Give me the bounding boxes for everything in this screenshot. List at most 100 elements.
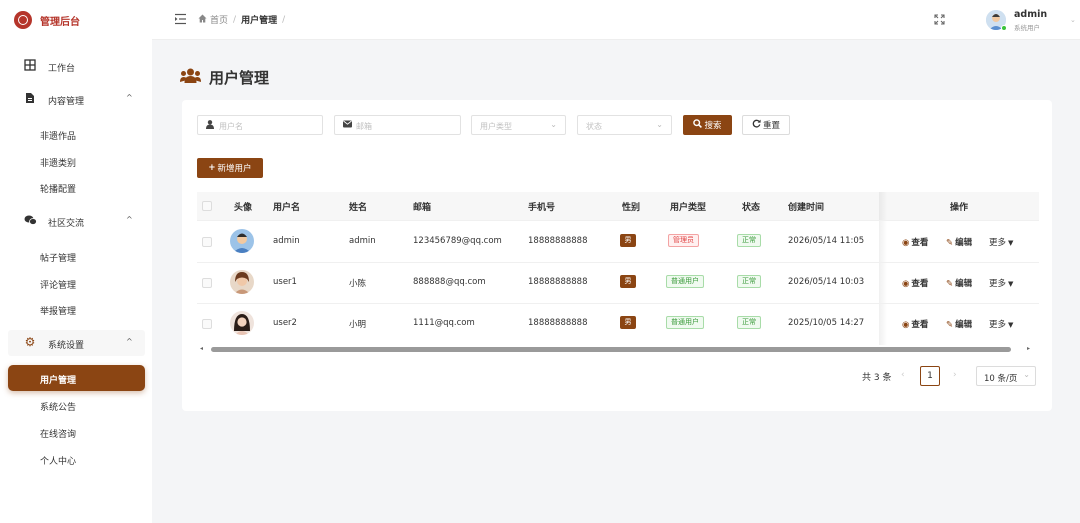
mail-icon [343,120,352,130]
scroll-left-icon[interactable]: ◂ [200,345,203,352]
prev-page-icon[interactable]: ‹ [901,370,905,380]
row-divider [197,220,1039,221]
gender-tag: 男 [620,234,636,247]
status-select[interactable]: 状态 ⌄ [577,115,672,135]
row-checkbox[interactable] [202,237,212,247]
column-header-status: 状态 [742,203,761,213]
edit-button[interactable]: ✎ 编辑 [946,318,972,330]
cell-created: 2026/05/14 11:05 [788,236,865,246]
sidebar-item-label: 非遗作品 [40,132,77,142]
more-dropdown[interactable]: 更多 ▼ [989,236,1013,248]
cell-username: user1 [273,277,297,287]
sidebar-item-profile[interactable]: 个人中心 [8,446,145,472]
cell-email: 123456789@qq.com [413,236,502,246]
column-header-name: 姓名 [349,203,368,213]
column-header-gender: 性别 [622,203,641,213]
breadcrumb-home[interactable]: 首页 [210,13,228,26]
breadcrumb-current: 用户管理 [241,16,278,26]
column-header-user-type: 用户类型 [670,203,707,213]
user-type-select[interactable]: 用户类型 ⌄ [471,115,566,135]
scroll-right-icon[interactable]: ▸ [1027,345,1030,352]
column-header-phone: 手机号 [528,203,556,213]
more-dropdown[interactable]: 更多 ▼ [989,277,1013,289]
view-button[interactable]: ◉ 查看 [902,318,928,330]
sidebar-item-dashboard[interactable]: 工作台 [8,53,145,79]
edit-icon: ✎ [946,320,954,330]
chevron-down-icon: ⌄ [656,120,663,129]
search-button[interactable]: 搜索 [683,115,732,135]
status-tag: 正常 [737,275,761,288]
horizontal-scrollbar[interactable] [206,347,1026,352]
reset-button-label: 重置 [762,121,780,131]
sidebar: 管理后台 工作台 内容管理 ^ 非遗作品 非遗类别 轮播配置 社区交流 ^ 帖子… [0,0,152,523]
sidebar-item-comments[interactable]: 评论管理 [8,270,145,296]
sidebar-item-carousel[interactable]: 轮播配置 [8,174,145,200]
select-all-checkbox[interactable] [202,201,212,211]
column-header-avatar: 头像 [234,203,253,213]
sidebar-item-posts[interactable]: 帖子管理 [8,243,145,269]
cell-username: user2 [273,318,297,328]
sidebar-item-heritage-categories[interactable]: 非遗类别 [8,148,145,174]
caret-down-icon: ▼ [1008,239,1014,247]
chevron-down-icon: ⌄ [1070,16,1076,24]
add-user-button[interactable]: + 新增用户 [197,158,263,178]
sidebar-item-consultation[interactable]: 在线咨询 [8,419,145,445]
sidebar-item-label: 用户管理 [40,376,77,386]
sidebar-group-system[interactable]: ⚙ 系统设置 ^ [8,330,145,356]
cell-name: admin [349,236,376,246]
caret-down-icon: ▼ [1008,321,1014,329]
menu-fold-icon[interactable] [174,13,187,28]
sidebar-item-label: 轮播配置 [40,185,77,195]
edit-button[interactable]: ✎ 编辑 [946,277,972,289]
sidebar-group-community[interactable]: 社区交流 ^ [8,208,145,234]
chevron-up-icon: ^ [126,215,133,224]
email-input[interactable]: 邮箱 [334,115,461,135]
caret-down-icon: ▼ [1008,280,1014,288]
page-title: 用户管理 [209,69,270,87]
cell-name: 小明 [349,320,367,330]
eye-icon: ◉ [902,279,910,289]
status-tag: 正常 [737,316,761,329]
cell-phone: 18888888888 [528,236,588,246]
status-tag: 正常 [737,234,761,247]
more-label: 更多 [989,238,1007,248]
sidebar-item-announcements[interactable]: 系统公告 [8,392,145,418]
username-input[interactable]: 用户名 [197,115,323,135]
sidebar-item-user-management[interactable]: 用户管理 [8,365,145,391]
gender-tag: 男 [620,316,636,329]
more-label: 更多 [989,320,1007,330]
page-1-button[interactable]: 1 [920,366,940,386]
cell-username: admin [273,236,300,246]
breadcrumb: 首页 / 用户管理 / [198,13,290,26]
edit-label: 编辑 [955,320,973,330]
logo-icon [14,11,32,29]
sidebar-group-content[interactable]: 内容管理 ^ [8,86,145,112]
sidebar-item-heritage-works[interactable]: 非遗作品 [8,121,145,147]
fullscreen-icon[interactable] [934,14,945,28]
view-button[interactable]: ◉ 查看 [902,236,928,248]
user-role: 系统用户 [1014,24,1040,32]
sidebar-item-reports[interactable]: 举报管理 [8,296,145,322]
scrollbar-thumb[interactable] [211,347,1011,352]
edit-button[interactable]: ✎ 编辑 [946,236,972,248]
cell-created: 2025/10/05 14:27 [788,318,865,328]
avatar [230,229,254,253]
app-logo[interactable]: 管理后台 [14,11,80,29]
row-checkbox[interactable] [202,319,212,329]
view-label: 查看 [911,279,929,289]
breadcrumb-separator: / [282,14,286,25]
view-label: 查看 [911,238,929,248]
next-page-icon[interactable]: › [953,370,957,380]
cell-email: 1111@qq.com [413,318,475,328]
user-type-placeholder: 用户类型 [480,122,512,131]
view-button[interactable]: ◉ 查看 [902,277,928,289]
page-size-select[interactable]: 10 条/页 ⌄ [976,366,1036,386]
row-checkbox[interactable] [202,278,212,288]
reset-button[interactable]: 重置 [742,115,790,135]
eye-icon: ◉ [902,320,910,330]
cell-phone: 18888888888 [528,277,588,287]
search-icon [693,119,703,131]
column-header-created: 创建时间 [788,203,825,213]
sidebar-item-label: 工作台 [48,64,76,74]
more-dropdown[interactable]: 更多 ▼ [989,318,1013,330]
